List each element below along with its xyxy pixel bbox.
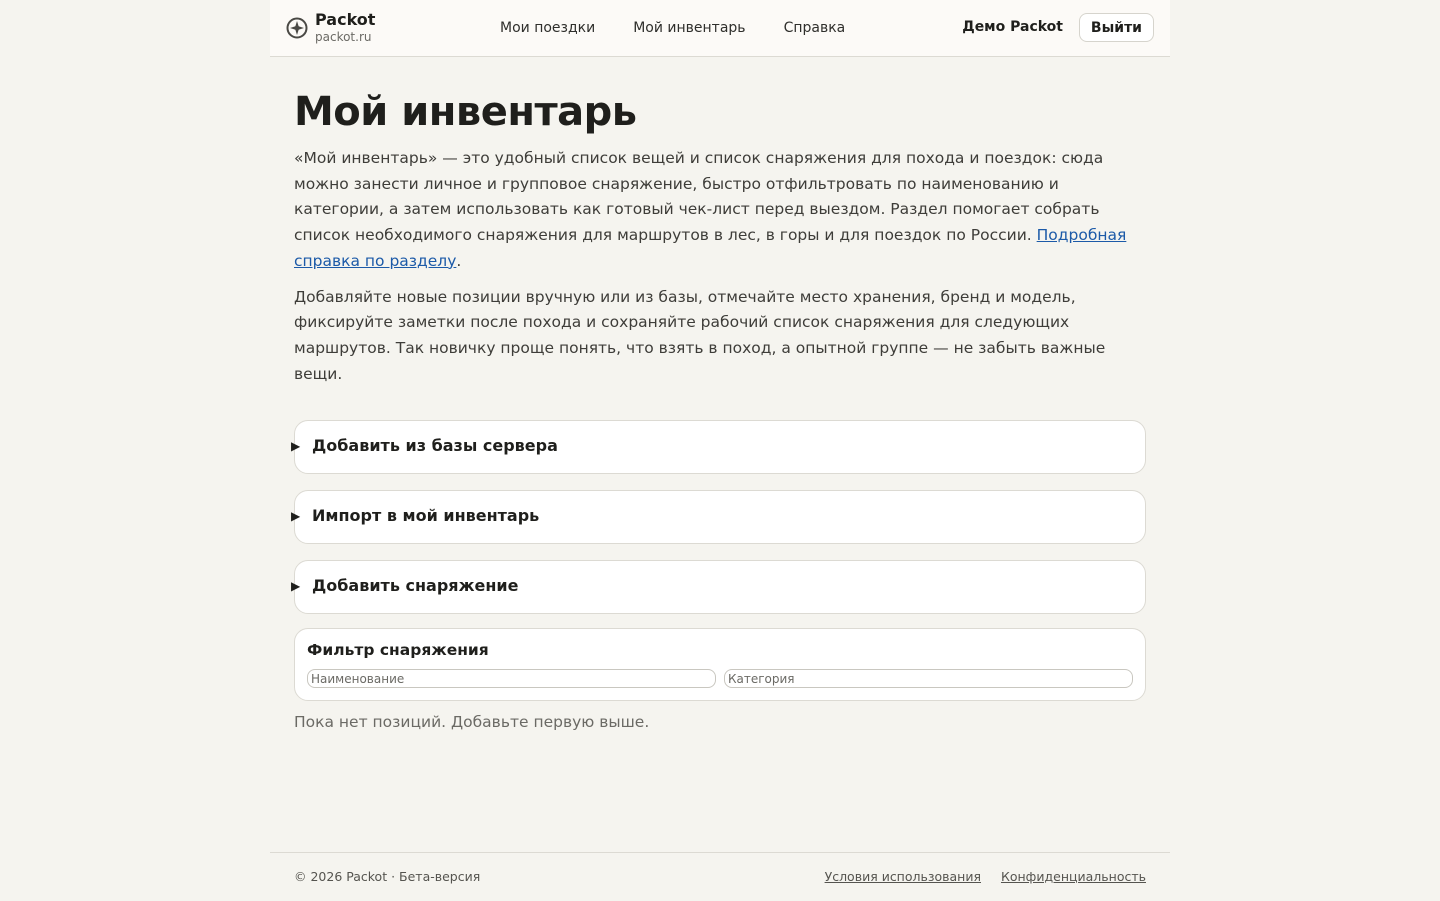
name-filter-input[interactable] [307,669,716,689]
expand-arrow-icon: ▶ [291,579,301,594]
top-header: Packot packot.ru Мои поездки Мой инвента… [270,0,1170,57]
gear-filter: Фильтр снаряжения [294,628,1146,702]
footer: © 2026 Packot · Бета-версия Условия испо… [270,852,1170,901]
panel-title: Добавить из базы сервера [312,436,558,456]
nav-my-inventory[interactable]: Мой инвентарь [633,20,745,36]
nav-help[interactable]: Справка [784,20,846,36]
privacy-link[interactable]: Конфиденциальность [1001,869,1146,884]
panel-title: Добавить снаряжение [312,576,519,596]
second-paragraph: Добавляйте новые позиции вручную или из … [294,287,1106,383]
import-panel[interactable]: ▶ Импорт в мой инвентарь [291,490,1146,545]
expand-arrow-icon: ▶ [291,509,301,524]
add-from-server-panel[interactable]: ▶ Добавить из базы сервера [291,420,1146,475]
category-filter-input[interactable] [724,669,1133,689]
intro-end: . [456,251,462,270]
main-content: Мой инвентарь «Мой инвентарь» — это удоб… [291,86,1146,732]
main-nav: Мои поездки Мой инвентарь Справка [500,0,883,56]
page-title: Мой инвентарь [294,89,637,135]
footer-links: Условия использования Конфиденциальность [809,869,1146,884]
filter-title: Фильтр снаряжения [307,641,489,660]
terms-link[interactable]: Условия использования [825,869,981,884]
intro-paragraph: «Мой инвентарь» — это удобный список вещ… [294,146,1146,275]
nav-my-trips[interactable]: Мои поездки [500,20,595,36]
empty-state-text: Пока нет позиций. Добавьте первую выше. [294,713,650,732]
intro-text: «Мой инвентарь» — это удобный список вещ… [294,149,1104,245]
brand-domain: packot.ru [315,30,372,44]
add-gear-panel[interactable]: ▶ Добавить снаряжение [291,560,1146,615]
page-shell: Packot packot.ru Мои поездки Мой инвента… [270,0,1170,900]
compass-icon [286,17,308,38]
panel-title: Импорт в мой инвентарь [312,506,540,526]
copyright: © 2026 Packot · Бета-версия [294,869,481,884]
brand-logo[interactable]: Packot packot.ru [286,12,375,43]
brand-name: Packot [315,10,376,29]
expand-arrow-icon: ▶ [291,439,301,454]
logout-button[interactable]: Выйти [1078,13,1154,42]
user-name[interactable]: Демо Packot [962,19,1063,35]
